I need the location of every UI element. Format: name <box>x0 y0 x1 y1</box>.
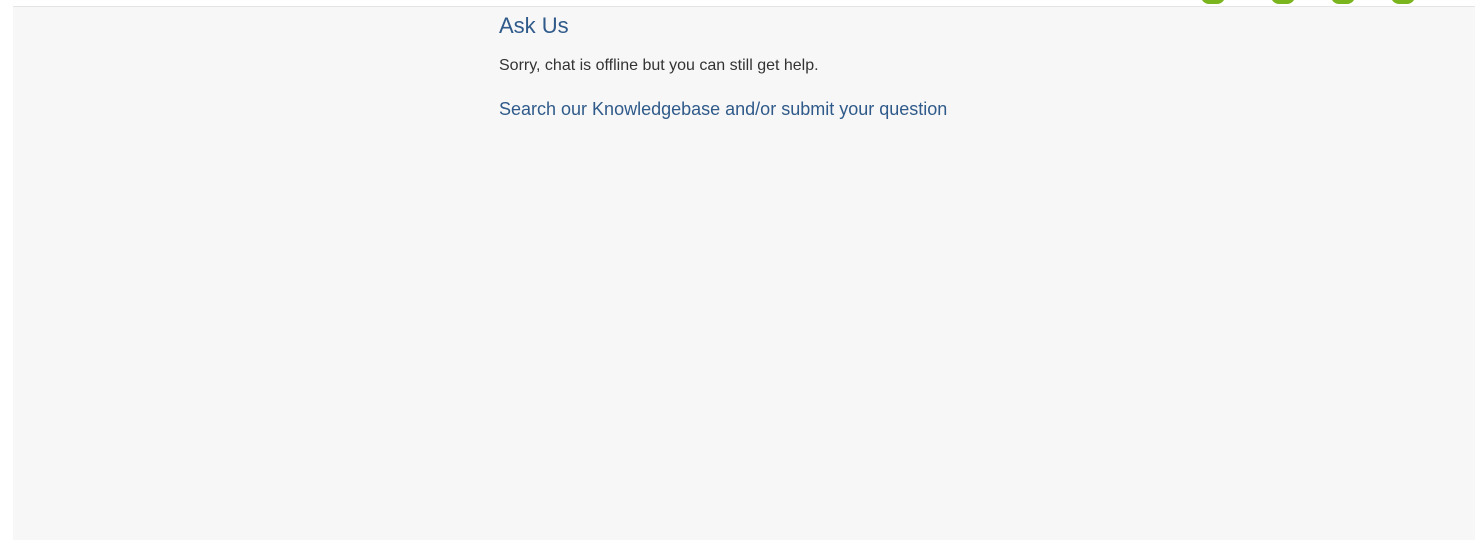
offline-message: Sorry, chat is offline but you can still… <box>499 57 819 74</box>
decor-shape <box>1201 0 1225 4</box>
widget-title: Ask Us <box>499 13 569 38</box>
top-decoration <box>1195 0 1425 5</box>
decor-shape <box>1271 0 1295 4</box>
decor-shape <box>1391 0 1415 4</box>
decor-shape <box>1331 0 1355 4</box>
page: Ask Us Sorry, chat is offline but you ca… <box>0 0 1475 540</box>
chat-widget-content: Ask Us Sorry, chat is offline but you ca… <box>499 12 1199 120</box>
knowledgebase-link[interactable]: Search our Knowledgebase and/or submit y… <box>499 98 947 120</box>
